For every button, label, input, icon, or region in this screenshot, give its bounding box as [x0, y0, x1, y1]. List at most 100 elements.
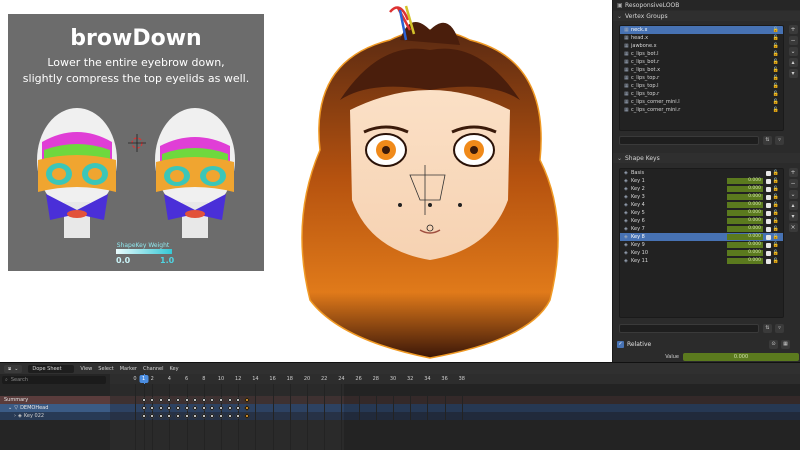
- move-up-icon[interactable]: ▴: [788, 58, 798, 67]
- mute-checkbox[interactable]: [766, 242, 771, 248]
- shape-key-value[interactable]: 0.000: [727, 258, 763, 264]
- vertex-group-item[interactable]: ▦ c_lips_bot.l 🔓: [620, 50, 783, 58]
- shape-key-value[interactable]: 0.000: [727, 202, 763, 208]
- shape-keys-list[interactable]: ◈ Basis 🔓 ◈ Key 1 0.000 🔓 ◈ Key 2 0.000 🔓 ◈ Key 3 0.0…: [619, 168, 784, 318]
- lock-icon[interactable]: 🔓: [773, 170, 779, 176]
- shape-key-item[interactable]: ◈ Key 1 0.000 🔓: [620, 177, 783, 185]
- filter-icon[interactable]: ▿: [775, 136, 784, 145]
- lock-icon[interactable]: 🔓: [773, 83, 779, 89]
- shape-key-value[interactable]: 0.000: [727, 250, 763, 256]
- channel-object[interactable]: ⌄ ▽ DEMOHead: [0, 404, 110, 412]
- lock-icon[interactable]: 🔓: [773, 107, 779, 113]
- shape-keys-header[interactable]: ⌄ Shape Keys: [613, 153, 800, 163]
- edit-mode-icon[interactable]: ▦: [781, 340, 790, 349]
- shape-key-item[interactable]: ◈ Key 10 0.000 🔓: [620, 249, 783, 257]
- vertex-group-item[interactable]: ▦ jawbone.x 🔓: [620, 42, 783, 50]
- lock-icon[interactable]: 🔓: [773, 91, 779, 97]
- vertex-group-item[interactable]: ▦ c_lips_corner_mini.l 🔓: [620, 98, 783, 106]
- channel-search[interactable]: ⌕ Search: [2, 376, 106, 384]
- clear-icon[interactable]: ×: [788, 223, 798, 232]
- shape-key-value[interactable]: 0.000: [727, 186, 763, 192]
- vertex-group-item[interactable]: ▦ c_lips_top.r 🔓: [620, 90, 783, 98]
- lock-icon[interactable]: 🔓: [773, 99, 779, 105]
- pin-icon[interactable]: ⊙: [769, 340, 778, 349]
- shape-key-value-field[interactable]: Value 0.000: [653, 352, 799, 361]
- menu-view[interactable]: View: [80, 366, 92, 372]
- shape-key-value[interactable]: 0.000: [727, 210, 763, 216]
- shape-key-value[interactable]: 0.000: [727, 218, 763, 224]
- lock-icon[interactable]: 🔓: [773, 202, 779, 208]
- lock-icon[interactable]: 🔓: [773, 194, 779, 200]
- vertex-group-item[interactable]: ▦ c_lips_top.r 🔓: [620, 74, 783, 82]
- shape-key-value[interactable]: 0.000: [727, 242, 763, 248]
- lock-icon[interactable]: 🔓: [773, 226, 779, 232]
- vertex-groups-filter[interactable]: [619, 136, 759, 145]
- lock-icon[interactable]: 🔓: [773, 35, 779, 41]
- vertex-group-item[interactable]: ▦ c_lips_bot.x 🔓: [620, 66, 783, 74]
- vertex-group-item[interactable]: ▦ c_lips_bot.r 🔓: [620, 58, 783, 66]
- mute-checkbox[interactable]: [766, 178, 771, 184]
- relative-option[interactable]: ✓ Relative: [617, 341, 651, 348]
- lock-icon[interactable]: 🔓: [773, 250, 779, 256]
- frame-ruler[interactable]: 012468101214161820222426283032343638: [110, 374, 800, 384]
- remove-button[interactable]: −: [788, 179, 798, 188]
- keyframe-area[interactable]: 012468101214161820222426283032343638 1: [110, 374, 800, 450]
- lock-icon[interactable]: 🔓: [773, 51, 779, 57]
- add-button[interactable]: +: [788, 168, 798, 177]
- properties-panel[interactable]: ▣ ResoponsiveLOOB ⌄ Vertex Groups ▦ neck.…: [612, 0, 800, 362]
- shape-key-value[interactable]: 0.000: [727, 226, 763, 232]
- menu-channel[interactable]: Channel: [143, 366, 164, 372]
- lock-icon[interactable]: 🔓: [773, 75, 779, 81]
- move-up-icon[interactable]: ▴: [788, 201, 798, 210]
- filter-icon[interactable]: ▿: [775, 324, 784, 333]
- lock-icon[interactable]: 🔓: [773, 67, 779, 73]
- mute-checkbox[interactable]: [766, 234, 771, 240]
- mute-checkbox[interactable]: [766, 210, 771, 216]
- move-down-icon[interactable]: ▾: [788, 69, 798, 78]
- editor-type-selector[interactable]: ⧈ ⌄: [4, 364, 23, 373]
- specials-menu-icon[interactable]: ⌄: [788, 47, 798, 56]
- mute-checkbox[interactable]: [766, 202, 771, 208]
- shape-key-item[interactable]: ◈ Key 5 0.000 🔓: [620, 209, 783, 217]
- add-button[interactable]: +: [788, 25, 798, 34]
- current-frame-indicator[interactable]: 1: [139, 375, 149, 383]
- 3d-viewport[interactable]: browDown Lower the entire eyebrow down, …: [0, 0, 612, 362]
- vertex-groups-list[interactable]: ▦ neck.x 🔓 ▦ head.x 🔓 ▦ jawbone.x 🔓 ▦ c_lips_bot.l…: [619, 25, 784, 131]
- vertex-group-item[interactable]: ▦ head.x 🔓: [620, 34, 783, 42]
- shape-key-item[interactable]: ◈ Key 7 0.000 🔓: [620, 225, 783, 233]
- vertex-group-item[interactable]: ▦ neck.x 🔓: [620, 26, 783, 34]
- lock-icon[interactable]: 🔓: [773, 178, 779, 184]
- mute-checkbox[interactable]: [766, 226, 771, 232]
- mute-checkbox[interactable]: [766, 186, 771, 192]
- data-block-name[interactable]: ▣ ResoponsiveLOOB: [613, 0, 800, 10]
- shape-key-value[interactable]: 0.000: [727, 234, 763, 240]
- lock-icon[interactable]: 🔓: [773, 242, 779, 248]
- lock-icon[interactable]: 🔓: [773, 258, 779, 264]
- shape-key-value[interactable]: 0.000: [727, 178, 763, 184]
- shape-key-item[interactable]: ◈ Key 3 0.000 🔓: [620, 193, 783, 201]
- mute-checkbox[interactable]: [766, 250, 771, 256]
- specials-menu-icon[interactable]: ⌄: [788, 190, 798, 199]
- dope-sheet-editor[interactable]: ⧈ ⌄ Dope Sheet View Select Marker Channe…: [0, 362, 800, 450]
- lock-icon[interactable]: 🔓: [773, 218, 779, 224]
- shape-key-item[interactable]: ◈ Key 4 0.000 🔓: [620, 201, 783, 209]
- sort-icon[interactable]: ⇅: [763, 324, 772, 333]
- shape-key-item[interactable]: ◈ Key 2 0.000 🔓: [620, 185, 783, 193]
- mute-checkbox[interactable]: [766, 218, 771, 224]
- shape-key-item[interactable]: ◈ Basis 🔓: [620, 169, 783, 177]
- shape-key-item[interactable]: ◈ Key 8 0.000 🔓: [620, 233, 783, 241]
- relative-checkbox[interactable]: ✓: [617, 341, 624, 348]
- mute-checkbox[interactable]: [766, 194, 771, 200]
- mute-checkbox[interactable]: [766, 170, 771, 176]
- shape-keys-filter[interactable]: [619, 324, 759, 333]
- lock-icon[interactable]: 🔓: [773, 43, 779, 49]
- lock-icon[interactable]: 🔓: [773, 59, 779, 65]
- mode-selector[interactable]: Dope Sheet: [28, 364, 75, 373]
- shape-key-item[interactable]: ◈ Key 11 0.000 🔓: [620, 257, 783, 265]
- sort-icon[interactable]: ⇅: [763, 136, 772, 145]
- character-model[interactable]: [280, 0, 580, 362]
- vertex-group-item[interactable]: ▦ c_lips_corner_mini.r 🔓: [620, 106, 783, 114]
- lock-icon[interactable]: 🔓: [773, 234, 779, 240]
- lock-icon[interactable]: 🔓: [773, 186, 779, 192]
- shape-key-item[interactable]: ◈ Key 9 0.000 🔓: [620, 241, 783, 249]
